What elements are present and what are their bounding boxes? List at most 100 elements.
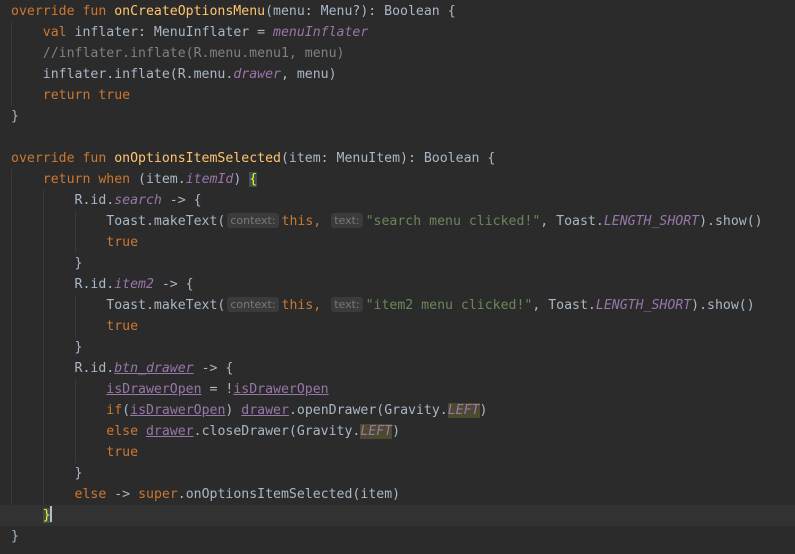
indent-guide: [11, 379, 12, 400]
code-token: (menu: Menu?): Boolean {: [265, 4, 456, 19]
code-token: if: [106, 403, 123, 418]
indent-guide: [42, 295, 44, 316]
code-line[interactable]: }: [0, 526, 795, 547]
code-token: -> {: [161, 193, 202, 208]
code-line[interactable]: true: [0, 316, 795, 337]
code-line[interactable]: if(isDrawerOpen) drawer.openDrawer(Gravi…: [0, 400, 795, 421]
code-line[interactable]: Toast.makeText(context: this, text: "item2…: [0, 295, 795, 316]
code-token: }: [11, 256, 83, 271]
code-text: else -> super.onOptionsItemSelected(item…: [11, 484, 401, 505]
indent-guide: [42, 337, 44, 358]
indent-guide: [74, 211, 76, 232]
code-token: LENGTH_SHORT: [595, 298, 692, 313]
code-token: true: [106, 235, 139, 250]
code-token: ): [233, 172, 250, 187]
indent-guide: [42, 463, 44, 484]
code-text: //inflater.inflate(R.menu.menu1, menu): [11, 43, 345, 64]
code-token: drawer: [241, 403, 289, 418]
indent-guide: [11, 211, 12, 232]
code-token: override fun: [11, 4, 115, 19]
code-line[interactable]: override fun onOptionsItemSelected(item:…: [0, 148, 795, 169]
code-token: isDrawerOpen: [233, 382, 329, 397]
code-token: R.id.: [11, 361, 115, 376]
code-editor[interactable]: override fun onCreateOptionsMenu(menu: M…: [0, 0, 795, 554]
code-text: }: [11, 253, 83, 274]
indent-guide: [42, 211, 44, 232]
code-token: .onOptionsItemSelected(item): [177, 487, 401, 502]
code-line[interactable]: R.id.btn_drawer -> {: [0, 358, 795, 379]
code-token: (item: MenuItem): Boolean {: [280, 151, 496, 166]
code-line[interactable]: }: [0, 106, 795, 127]
code-token: drawer: [145, 424, 194, 439]
code-token: override fun: [11, 151, 115, 166]
code-token: isDrawerOpen: [106, 382, 202, 397]
code-token: .closeDrawer(Gravity.: [193, 424, 361, 439]
code-line[interactable]: inflater.inflate(R.menu.drawer, menu): [0, 64, 795, 85]
indent-guide: [11, 484, 12, 505]
code-token: val: [42, 25, 75, 40]
code-line[interactable]: [0, 127, 795, 148]
code-token: inflater.inflate(R.menu.: [11, 67, 234, 82]
code-line[interactable]: override fun onCreateOptionsMenu(menu: M…: [0, 1, 795, 22]
code-token: {: [249, 172, 258, 187]
code-token: true: [106, 319, 139, 334]
code-token: else: [74, 487, 115, 502]
code-text: }: [11, 463, 83, 484]
code-token: R.id.: [11, 193, 115, 208]
code-token: ): [479, 403, 488, 418]
indent-guide: [74, 232, 76, 253]
code-text: return when (item.itemId) {: [11, 169, 258, 190]
code-line[interactable]: else drawer.closeDrawer(Gravity.LEFT): [0, 421, 795, 442]
parameter-hint: text:: [331, 213, 363, 228]
code-token: itemId: [185, 172, 234, 187]
code-text: R.id.btn_drawer -> {: [11, 358, 234, 379]
indent-guide: [11, 43, 12, 64]
code-text: Toast.makeText(context: this, text: "item2…: [11, 295, 755, 316]
indent-guide: [42, 400, 44, 421]
code-line[interactable]: return when (item.itemId) {: [0, 169, 795, 190]
indent-guide: [11, 85, 12, 106]
parameter-hint: context:: [227, 297, 279, 312]
indent-guide: [11, 295, 12, 316]
indent-guide: [42, 316, 44, 337]
code-line[interactable]: return true: [0, 85, 795, 106]
code-line[interactable]: Toast.makeText(context: this, text: "searc…: [0, 211, 795, 232]
indent-guide: [11, 421, 12, 442]
code-line[interactable]: isDrawerOpen = !isDrawerOpen: [0, 379, 795, 400]
code-line[interactable]: R.id.search -> {: [0, 190, 795, 211]
indent-guide: [42, 421, 44, 442]
code-text: isDrawerOpen = !isDrawerOpen: [11, 379, 329, 400]
code-line[interactable]: else -> super.onOptionsItemSelected(item…: [0, 484, 795, 505]
indent-guide: [11, 274, 12, 295]
code-token: LEFT: [447, 403, 480, 418]
code-text: override fun onCreateOptionsMenu(menu: M…: [11, 1, 456, 22]
code-token: "search menu clicked!": [365, 214, 541, 229]
code-line[interactable]: true: [0, 442, 795, 463]
code-token: }: [11, 109, 19, 124]
code-token: }: [11, 466, 83, 481]
indent-guide: [42, 232, 44, 253]
code-line[interactable]: }: [0, 463, 795, 484]
code-line[interactable]: R.id.item2 -> {: [0, 274, 795, 295]
code-token: return true: [42, 88, 131, 103]
code-token: return when: [42, 172, 139, 187]
code-token: menuInflater: [273, 25, 369, 40]
code-token: drawer: [233, 67, 281, 82]
indent-guide: [42, 274, 44, 295]
code-line[interactable]: val inflater: MenuInflater = menuInflate…: [0, 22, 795, 43]
code-line[interactable]: }: [0, 337, 795, 358]
code-line[interactable]: }: [0, 505, 795, 526]
code-text: R.id.item2 -> {: [11, 274, 194, 295]
code-line[interactable]: true: [0, 232, 795, 253]
code-line[interactable]: }: [0, 253, 795, 274]
code-token: ): [392, 424, 401, 439]
indent-guide: [42, 379, 44, 400]
code-line[interactable]: //inflater.inflate(R.menu.menu1, menu): [0, 43, 795, 64]
indent-guide: [11, 169, 12, 190]
code-token: , Toast.: [540, 214, 604, 229]
